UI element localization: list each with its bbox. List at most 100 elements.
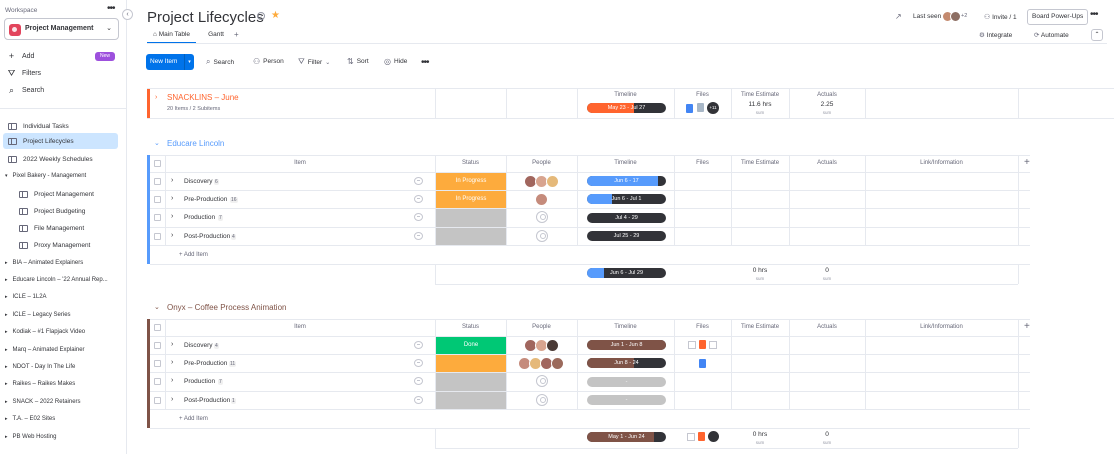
column-header-people[interactable]: People <box>506 160 577 166</box>
add-column-icon[interactable]: + <box>1024 321 1030 332</box>
doc-file-icon[interactable] <box>686 104 693 113</box>
empty-person-icon[interactable] <box>536 211 548 223</box>
sidebar-folder[interactable]: ▸ Kodiak – #1 Flapjack Video <box>5 325 85 339</box>
file-thumbnail[interactable] <box>709 341 717 349</box>
comment-icon[interactable] <box>414 232 423 240</box>
chevron-right-icon[interactable]: › <box>171 359 173 366</box>
sidebar-item-file-management[interactable]: File Management <box>14 220 118 236</box>
more-viewers-count[interactable]: +2 <box>961 13 967 19</box>
column-header-timeline[interactable]: Timeline <box>577 324 674 330</box>
item-name[interactable]: Pre-Production <box>184 196 227 203</box>
chevron-right-icon[interactable]: › <box>171 396 173 403</box>
collapse-sidebar-button[interactable]: ‹ <box>122 9 133 20</box>
timeline-bar[interactable]: Jul 4 - 29 <box>587 213 666 223</box>
sidebar-folder[interactable]: ▸ PB Web Hosting <box>5 430 56 444</box>
integrate-button[interactable]: ⚙ Integrate <box>979 31 1012 39</box>
search-button[interactable]: ⌕ Search <box>206 57 234 67</box>
sidebar-item-project-lifecycles[interactable]: Project Lifecycles <box>3 133 118 149</box>
select-all-checkbox[interactable] <box>154 324 161 331</box>
status-badge[interactable]: In Progress <box>436 173 506 190</box>
hide-button[interactable]: ◎ Hide <box>384 57 407 66</box>
status-badge[interactable] <box>436 373 506 391</box>
comment-icon[interactable] <box>414 359 423 367</box>
invite-button[interactable]: ⚇ Invite / 1 <box>984 13 1017 21</box>
star-icon[interactable]: ★ <box>271 10 280 21</box>
item-name[interactable]: Production <box>184 214 215 221</box>
group-title[interactable]: Educare Lincoln <box>167 139 224 148</box>
column-header-timeline[interactable]: Timeline <box>577 160 674 166</box>
group-title[interactable]: SNACKLINS – June <box>167 93 239 102</box>
chevron-right-icon[interactable]: › <box>155 94 157 101</box>
sidebar-folder[interactable]: ▸ ICLE – Legacy Series <box>5 308 71 322</box>
column-header-time-estimate[interactable]: Time Estimate <box>731 92 789 98</box>
comment-icon[interactable] <box>414 177 423 185</box>
timeline-bar[interactable]: Jun 1 - Jun 8 <box>587 340 666 350</box>
board-power-ups-button[interactable]: Board Power-Ups <box>1027 9 1089 25</box>
comment-icon[interactable] <box>414 195 423 203</box>
avatar[interactable] <box>551 357 564 370</box>
column-header-actuals[interactable]: Actuals <box>789 160 865 166</box>
image-file-icon[interactable] <box>697 103 704 112</box>
chevron-down-icon[interactable]: ▾ <box>184 54 194 70</box>
status-badge[interactable] <box>436 209 506 227</box>
column-header-timeline[interactable]: Timeline <box>577 92 674 98</box>
column-header-people[interactable]: People <box>506 324 577 330</box>
column-header-files[interactable]: Files <box>674 92 731 98</box>
person-filter-button[interactable]: ⚇ Person <box>253 57 284 66</box>
sidebar-folder[interactable]: ▸ T.A. – E02 Sites <box>5 412 55 426</box>
comment-icon[interactable] <box>414 396 423 404</box>
more-icon[interactable]: ••• <box>1090 9 1098 20</box>
more-icon[interactable]: ••• <box>107 3 115 14</box>
file-thumbnail[interactable] <box>688 341 696 349</box>
sidebar-item-proxy-management[interactable]: Proxy Management <box>14 237 118 253</box>
avatar[interactable] <box>535 193 548 206</box>
column-header-item[interactable]: Item <box>165 160 435 166</box>
chevron-down-icon[interactable]: ⌄ <box>154 139 160 147</box>
sort-button[interactable]: ⇅ Sort <box>347 57 369 66</box>
timeline-bar[interactable]: - <box>587 395 666 405</box>
empty-person-icon[interactable] <box>536 375 548 387</box>
item-name[interactable]: Discovery <box>184 342 213 349</box>
add-item-input[interactable]: + Add Item <box>179 252 208 258</box>
empty-person-icon[interactable] <box>536 394 548 406</box>
add-column-icon[interactable]: + <box>1024 157 1030 168</box>
sidebar-item-weekly-schedules[interactable]: 2022 Weekly Schedules <box>3 151 118 167</box>
search-action[interactable]: ⌕ Search <box>7 84 44 96</box>
avatar[interactable] <box>950 11 961 22</box>
pdf-file-icon[interactable] <box>699 340 706 349</box>
row-checkbox[interactable] <box>154 233 161 240</box>
item-name[interactable]: Post-Production <box>184 397 230 404</box>
row-checkbox[interactable] <box>154 196 161 203</box>
sidebar-folder[interactable]: ▸ ICLE – 1L2A <box>5 290 47 304</box>
avatar[interactable] <box>546 175 559 188</box>
sidebar-item-project-budgeting[interactable]: Project Budgeting <box>14 203 118 219</box>
chevron-right-icon[interactable]: › <box>171 341 173 348</box>
timeline-bar[interactable]: Jul 25 - 29 <box>587 231 666 241</box>
sidebar-item-individual-tasks[interactable]: Individual Tasks <box>3 118 118 134</box>
sidebar-item-project-management[interactable]: Project Management <box>14 186 118 202</box>
chevron-down-icon[interactable]: ⌄ <box>154 303 160 311</box>
chevron-right-icon[interactable]: › <box>171 177 173 184</box>
new-item-button[interactable]: New Item ▾ <box>146 54 194 70</box>
select-all-checkbox[interactable] <box>154 160 161 167</box>
chevron-right-icon[interactable]: › <box>171 213 173 220</box>
info-icon[interactable]: i <box>257 12 265 20</box>
timeline-bar[interactable]: Jun 6 - 17 <box>587 176 666 186</box>
tab-main-table[interactable]: ⌂ Main Table <box>147 28 197 44</box>
column-header-files[interactable]: Files <box>674 324 731 330</box>
status-badge[interactable] <box>436 228 506 245</box>
row-checkbox[interactable] <box>154 360 161 367</box>
timeline-bar[interactable]: Jun 8 - 24 <box>587 358 666 368</box>
sidebar-folder[interactable]: ▸ Marq – Animated Explainer <box>5 343 85 357</box>
more-icon[interactable]: ••• <box>421 57 429 68</box>
row-checkbox[interactable] <box>154 342 161 349</box>
sidebar-folder[interactable]: ▸ BIA – Animated Explainers <box>5 256 83 270</box>
more-files-count[interactable]: +11 <box>707 102 719 114</box>
status-badge[interactable] <box>436 392 506 409</box>
chevron-right-icon[interactable]: › <box>171 195 173 202</box>
column-header-time-estimate[interactable]: Time Estimate <box>731 324 789 330</box>
add-view-icon[interactable]: + <box>234 28 239 44</box>
sidebar-folder[interactable]: ▸ SNACK – 2022 Retainers <box>5 395 81 409</box>
chevron-right-icon[interactable]: › <box>171 232 173 239</box>
item-name[interactable]: Pre-Production <box>184 360 227 367</box>
